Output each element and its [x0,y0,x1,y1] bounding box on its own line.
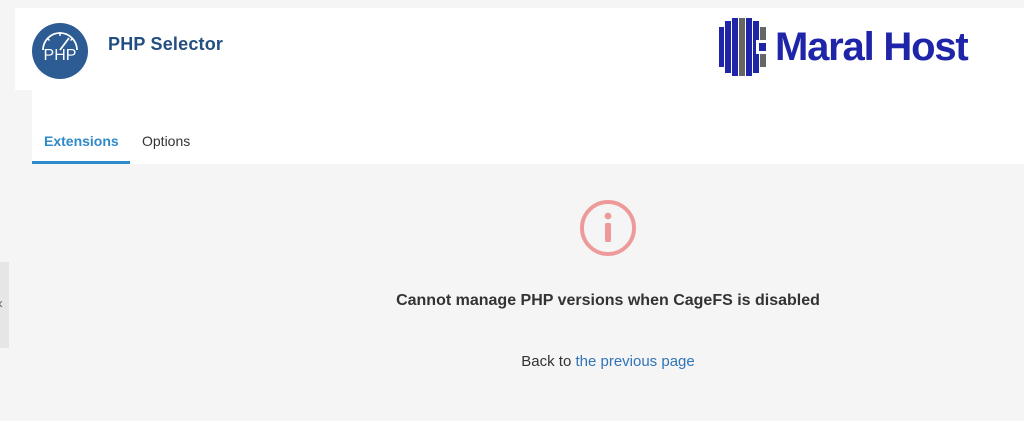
brand-logo: Maral Host [719,16,1004,78]
info-circle-icon [580,200,636,256]
tab-bar: Extensions Options [32,90,1024,164]
error-message: Cannot manage PHP versions when CageFS i… [396,292,820,309]
tab-options[interactable]: Options [142,132,190,150]
app-header: PHP PHP Selector Maral Host [15,8,1024,90]
chevron-left-icon: ‹ [0,295,3,312]
back-prefix-text: Back to [521,353,572,370]
back-navigation-line: Back to the previous page [280,353,936,370]
php-logo-text: PHP [44,47,77,64]
active-tab-indicator [32,161,130,164]
brand-name: Maral Host [775,25,969,69]
brand-building-icon [719,18,766,76]
php-selector-logo-icon: PHP [32,23,88,79]
page-title: PHP Selector [108,34,224,54]
tab-extensions[interactable]: Extensions [44,132,119,150]
previous-page-link[interactable]: the previous page [575,353,694,370]
sidebar-toggle-handle[interactable]: ‹ [0,262,9,348]
